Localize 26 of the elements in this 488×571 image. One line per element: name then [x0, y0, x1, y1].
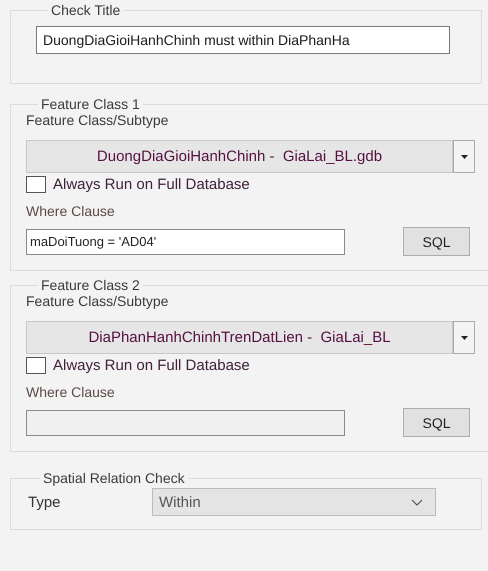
- checkbox[interactable]: [26, 176, 46, 193]
- sql-button[interactable]: SQL: [403, 408, 470, 437]
- where-clause-field[interactable]: [26, 410, 345, 436]
- title-field[interactable]: DuongDiaGioiHanhChinh must within DiaPhanHa: [36, 26, 450, 54]
- chevron-down-icon: [411, 498, 423, 506]
- dropdown-arrow-icon: [460, 154, 468, 158]
- group-title: Check Title: [50, 2, 122, 18]
- checkbox[interactable]: [26, 357, 46, 374]
- checkbox-label: Always Run on Full Database: [53, 357, 250, 374]
- type-dropdown[interactable]: Within: [152, 488, 436, 516]
- group-title: Feature Class 2: [40, 277, 141, 293]
- field-label: Type: [28, 494, 62, 510]
- field-label: Feature Class/Subtype: [26, 293, 170, 309]
- feature-class-dropdown[interactable]: DuongDiaGioiHanhChinh - GiaLai_BL.gdb: [26, 140, 453, 173]
- field-label: Feature Class/Subtype: [26, 112, 170, 128]
- group-title: Spatial Relation Check: [42, 470, 186, 486]
- checkbox-label: Always Run on Full Database: [53, 176, 250, 193]
- dropdown-button[interactable]: [453, 140, 475, 173]
- field-label: Where Clause: [26, 203, 116, 219]
- dropdown-arrow-icon: [460, 336, 468, 340]
- field-label: Where Clause: [26, 384, 116, 400]
- dropdown-button[interactable]: [453, 321, 475, 354]
- sql-button[interactable]: SQL: [403, 227, 470, 256]
- feature-class-dropdown[interactable]: DiaPhanHanhChinhTrenDatLien - GiaLai_BL: [26, 321, 453, 354]
- group-title: Feature Class 1: [40, 96, 141, 112]
- where-clause-field[interactable]: maDoiTuong = 'AD04': [26, 228, 345, 254]
